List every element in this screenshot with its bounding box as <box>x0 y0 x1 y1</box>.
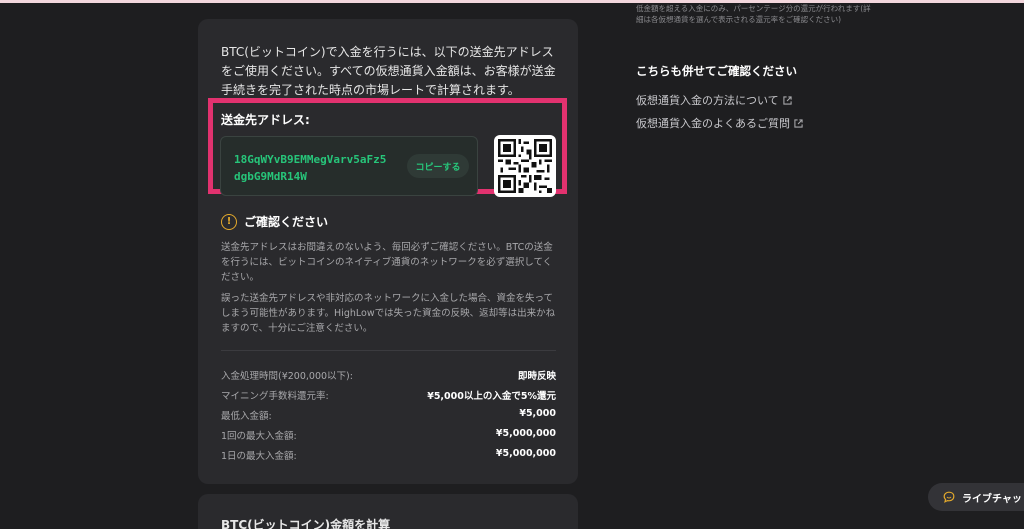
chat-bubble-icon <box>943 491 955 503</box>
address-box: 18GqWYvB9EMMegVarv5aFz5 dgbG9MdR14W コピーす… <box>220 136 478 196</box>
warning-paragraph-2: 誤った送金先アドレスや非対応のネットワークに入金した場合、資金を失ってしまう可能… <box>221 293 556 334</box>
deposit-address[interactable]: 18GqWYvB9EMMegVarv5aFz5 dgbG9MdR14W <box>234 151 394 185</box>
info-row: 最低入金額: ¥5,000 <box>221 408 556 422</box>
info-row: 1日の最大入金額: ¥5,000,000 <box>221 448 556 462</box>
info-row: 1回の最大入金額: ¥5,000,000 <box>221 428 556 442</box>
info-row: 入金処理時間(¥200,000以下): 即時反映 <box>221 368 556 382</box>
warning-header: ! ご確認ください <box>221 213 328 230</box>
external-link-icon <box>794 118 803 128</box>
side-note: 低金額を超える入金にのみ、パーセンテージ分の還元が行われます(詳細は各仮想通貨を… <box>636 4 871 24</box>
calculator-card: BTC(ビットコイン)金額を計算 <box>198 494 578 529</box>
address-line-2: dgbG9MdR14W <box>234 170 307 183</box>
info-label: 1回の最大入金額: <box>221 431 297 442</box>
warning-paragraph-1: 送金先アドレスはお間違えのないよう、毎回必ずご確認ください。BTCの送金を行うに… <box>221 242 553 283</box>
info-value: ¥5,000以上の入金で5%還元 <box>427 391 556 402</box>
link-label: 仮想通貨入金の方法について <box>636 94 779 107</box>
external-link-icon <box>783 95 792 105</box>
intro-text: BTC(ビットコイン)で入金を行うには、以下の送金先アドレスをご使用ください。す… <box>221 45 556 97</box>
info-label: 1日の最大入金額: <box>221 451 297 462</box>
qr-code-icon <box>498 139 552 193</box>
info-row: マイニング手数料還元率: ¥5,000以上の入金で5%還元 <box>221 388 556 402</box>
info-label: マイニング手数料還元率: <box>221 391 329 402</box>
link-deposit-method[interactable]: 仮想通貨入金の方法について <box>636 92 792 108</box>
qr-code <box>494 135 556 197</box>
address-label: 送金先アドレス: <box>221 113 310 127</box>
info-label: 最低入金額: <box>221 411 272 422</box>
calculator-title: BTC(ビットコイン)金額を計算 <box>221 518 391 529</box>
copy-button[interactable]: コピーする <box>407 154 469 178</box>
deposit-card: BTC(ビットコイン)で入金を行うには、以下の送金先アドレスをご使用ください。す… <box>198 19 578 484</box>
link-label: 仮想通貨入金のよくあるご質問 <box>636 117 790 130</box>
info-value: ¥5,000 <box>519 408 556 419</box>
live-chat-button[interactable]: ライブチャット <box>928 483 1024 511</box>
link-deposit-faq[interactable]: 仮想通貨入金のよくあるご質問 <box>636 115 803 131</box>
live-chat-label: ライブチャット <box>962 493 1024 505</box>
info-value: ¥5,000,000 <box>495 448 556 459</box>
related-heading: こちらも併せてご確認ください <box>636 64 797 78</box>
warning-title: ご確認ください <box>244 215 329 229</box>
info-value: ¥5,000,000 <box>495 428 556 439</box>
address-line-1: 18GqWYvB9EMMegVarv5aFz5 <box>234 153 387 166</box>
warning-icon: ! <box>221 213 237 230</box>
info-label: 入金処理時間(¥200,000以下): <box>221 371 353 382</box>
info-value: 即時反映 <box>517 371 556 382</box>
divider <box>221 350 556 351</box>
